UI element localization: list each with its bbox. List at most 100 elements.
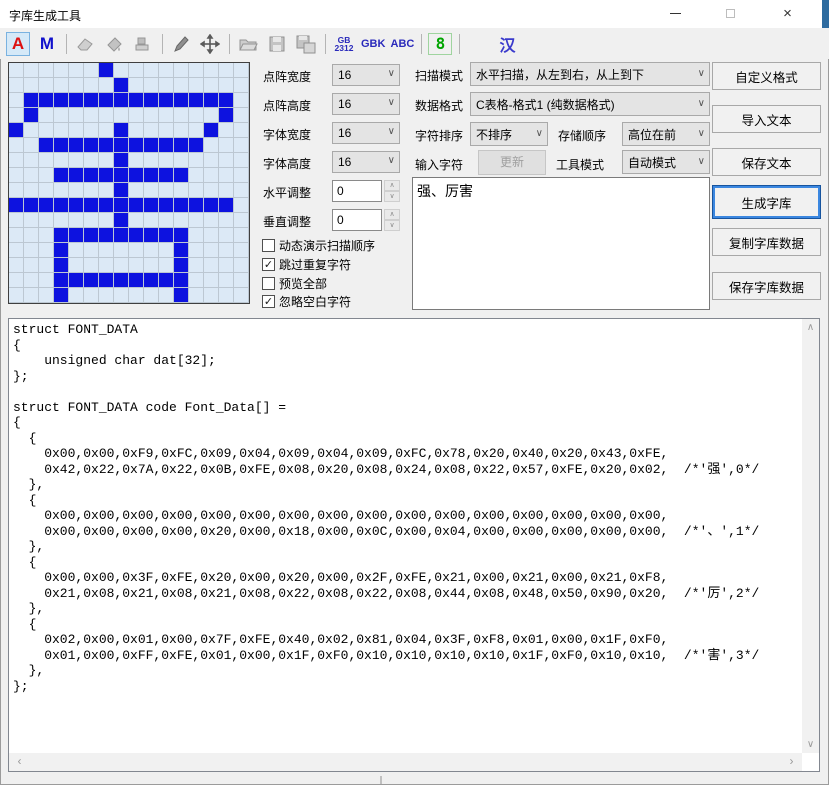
grid-cell[interactable] (69, 273, 84, 288)
grid-cell[interactable] (189, 138, 204, 153)
grid-cell[interactable] (39, 78, 54, 93)
grid-cell[interactable] (129, 138, 144, 153)
grid-cell[interactable] (174, 78, 189, 93)
grid-cell[interactable] (69, 63, 84, 78)
grid-cell[interactable] (129, 183, 144, 198)
scan-mode-combo[interactable]: 水平扫描，从左到右，从上到下 ∨ (470, 62, 710, 86)
grid-cell[interactable] (39, 183, 54, 198)
grid-cell[interactable] (204, 228, 219, 243)
grid-cell[interactable] (24, 288, 39, 303)
grid-cell[interactable] (189, 93, 204, 108)
grid-cell[interactable] (174, 183, 189, 198)
grid-cell[interactable] (24, 123, 39, 138)
grid-cell[interactable] (69, 93, 84, 108)
grid-cell[interactable] (189, 213, 204, 228)
grid-cell[interactable] (204, 258, 219, 273)
grid-cell[interactable] (129, 168, 144, 183)
grid-cell[interactable] (159, 243, 174, 258)
close-button[interactable]: × (765, 0, 810, 28)
grid-cell[interactable] (84, 183, 99, 198)
grid-cell[interactable] (204, 288, 219, 303)
grid-cell[interactable] (174, 198, 189, 213)
grid-cell[interactable] (234, 93, 249, 108)
grid-cell[interactable] (114, 243, 129, 258)
grid-cell[interactable] (234, 288, 249, 303)
grid-cell[interactable] (99, 78, 114, 93)
grid-cell[interactable] (189, 108, 204, 123)
grid-cell[interactable] (144, 183, 159, 198)
grid-cell[interactable] (174, 273, 189, 288)
grid-cell[interactable] (174, 63, 189, 78)
grid-cell[interactable] (129, 78, 144, 93)
grid-cell[interactable] (159, 63, 174, 78)
grid-cell[interactable] (39, 243, 54, 258)
grid-cell[interactable] (219, 273, 234, 288)
grid-cell[interactable] (234, 63, 249, 78)
grid-cell[interactable] (159, 123, 174, 138)
gbk-charset-button[interactable]: GBK (361, 32, 385, 56)
grid-cell[interactable] (39, 288, 54, 303)
grid-cell[interactable] (129, 228, 144, 243)
grid-cell[interactable] (69, 213, 84, 228)
grid-cell[interactable] (54, 93, 69, 108)
grid-cell[interactable] (99, 243, 114, 258)
grid-cell[interactable] (189, 183, 204, 198)
grid-cell[interactable] (144, 273, 159, 288)
grid-cell[interactable] (174, 288, 189, 303)
grid-cell[interactable] (84, 228, 99, 243)
generate-font-button[interactable]: 生成字库 (712, 185, 821, 219)
grid-cell[interactable] (9, 78, 24, 93)
grid-cell[interactable] (144, 228, 159, 243)
grid-cell[interactable] (39, 228, 54, 243)
grid-cell[interactable] (204, 243, 219, 258)
grid-cell[interactable] (69, 243, 84, 258)
grid-cell[interactable] (24, 183, 39, 198)
grid-cell[interactable] (174, 123, 189, 138)
grid-cell[interactable] (114, 168, 129, 183)
grid-cell[interactable] (219, 258, 234, 273)
vertical-adjust-stepper[interactable]: 0 ∧ ∨ (332, 209, 400, 231)
grid-cell[interactable] (9, 273, 24, 288)
grid-cell[interactable] (114, 258, 129, 273)
grid-cell[interactable] (189, 258, 204, 273)
grid-cell[interactable] (129, 258, 144, 273)
grid-cell[interactable] (189, 63, 204, 78)
grid-cell[interactable] (99, 63, 114, 78)
pixel-grid-editor[interactable] (8, 62, 250, 304)
resize-grip[interactable] (380, 776, 382, 784)
grid-cell[interactable] (159, 93, 174, 108)
grid-cell[interactable] (114, 93, 129, 108)
save-text-button[interactable]: 保存文本 (712, 148, 821, 176)
grid-cell[interactable] (234, 138, 249, 153)
grid-cell[interactable] (144, 63, 159, 78)
matrix-mode-button[interactable]: M (35, 32, 59, 56)
grid-cell[interactable] (174, 108, 189, 123)
grid-cell[interactable] (39, 213, 54, 228)
minimize-button[interactable] (653, 0, 698, 28)
grid-cell[interactable] (24, 168, 39, 183)
grid-cell[interactable] (54, 63, 69, 78)
grid-cell[interactable] (24, 78, 39, 93)
grid-cell[interactable] (204, 273, 219, 288)
grid-cell[interactable] (234, 243, 249, 258)
grid-cell[interactable] (189, 78, 204, 93)
grid-cell[interactable] (189, 228, 204, 243)
dot-height-combo[interactable]: 16 ∨ (332, 93, 400, 115)
grid-cell[interactable] (24, 243, 39, 258)
grid-cell[interactable] (114, 78, 129, 93)
grid-cell[interactable] (159, 258, 174, 273)
grid-cell[interactable] (9, 93, 24, 108)
grid-cell[interactable] (234, 123, 249, 138)
grid-cell[interactable] (204, 138, 219, 153)
grid-cell[interactable] (9, 63, 24, 78)
grid-cell[interactable] (204, 213, 219, 228)
grid-cell[interactable] (39, 168, 54, 183)
grid-cell[interactable] (9, 213, 24, 228)
grid-cell[interactable] (189, 243, 204, 258)
grid-cell[interactable] (9, 228, 24, 243)
grid-cell[interactable] (219, 168, 234, 183)
checkbox-preview-all[interactable]: 预览全部 (262, 275, 327, 291)
grid-cell[interactable] (99, 228, 114, 243)
grid-cell[interactable] (129, 288, 144, 303)
grid-cell[interactable] (159, 183, 174, 198)
